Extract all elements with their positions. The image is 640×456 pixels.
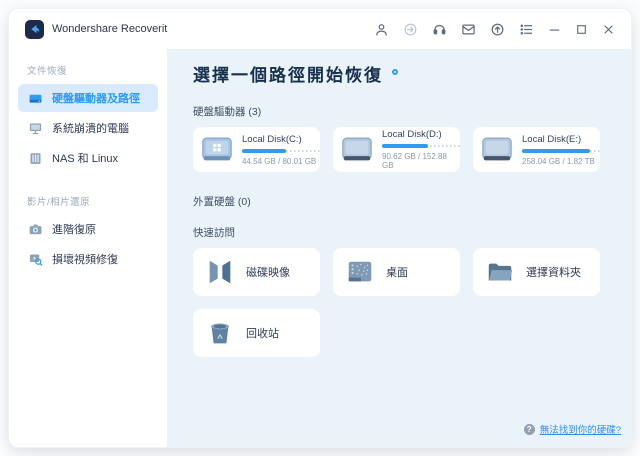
upgrade-icon[interactable]	[490, 22, 505, 37]
choose-folder-icon	[485, 257, 515, 287]
login-icon[interactable]	[403, 22, 418, 37]
quick-access-list: 磁碟映像 桌面 選擇資料夾 回收站	[193, 248, 613, 357]
drive-usage-bar	[522, 149, 600, 153]
drive-size: 44.54 GB / 80.01 GB	[242, 157, 320, 166]
minimize-icon[interactable]	[548, 23, 561, 36]
video-repair-icon	[28, 252, 43, 267]
drive-card-e[interactable]: Local Disk(E:) 258.04 GB / 1.82 TB	[473, 127, 600, 172]
drive-name: Local Disk(E:)	[522, 134, 600, 145]
help-link[interactable]: ? 無法找到你的硬碟?	[524, 422, 621, 436]
main-panel: 選擇一個路徑開始恢復 硬盤驅動器 (3) Local Disk(C:) 44.5…	[167, 49, 632, 448]
drive-size: 90.62 GB / 152.88 GB	[382, 152, 460, 170]
quick-access-group-label: 快速訪問	[193, 225, 613, 240]
disk-e-icon	[481, 136, 513, 163]
disk-d-icon	[341, 136, 373, 163]
drive-size: 258.04 GB / 1.82 TB	[522, 157, 600, 166]
drive-card-c[interactable]: Local Disk(C:) 44.54 GB / 80.01 GB	[193, 127, 320, 172]
disk-c-icon	[201, 136, 233, 163]
nas-icon	[28, 151, 43, 166]
sidebar-item-nas-linux[interactable]: NAS 和 Linux	[18, 144, 158, 172]
close-icon[interactable]	[602, 23, 615, 36]
drive-card-d[interactable]: Local Disk(D:) 90.62 GB / 152.88 GB	[333, 127, 460, 172]
sidebar-item-label: 硬盤驅動器及路徑	[52, 90, 140, 106]
tile-choose-folder[interactable]: 選擇資料夾	[473, 248, 600, 296]
sidebar-item-corrupted-video-repair[interactable]: 損壞視頻修復	[18, 245, 158, 273]
app-window: Wondershare Recoverit 文件恢復 硬盤驅動器及路徑 系統崩潰…	[8, 8, 632, 448]
tile-label: 回收站	[246, 325, 279, 341]
maximize-icon[interactable]	[575, 23, 588, 36]
support-headset-icon[interactable]	[432, 22, 447, 37]
sidebar-section-video-photo-restore: 影片/相片還原	[9, 194, 167, 213]
topbar: Wondershare Recoverit	[9, 9, 631, 49]
tile-recycle-bin[interactable]: 回收站	[193, 309, 320, 357]
sidebar-item-label: 損壞視頻修復	[52, 251, 118, 267]
disk-image-icon	[205, 257, 235, 287]
user-icon[interactable]	[374, 22, 389, 37]
sidebar-item-hard-drives-and-locations[interactable]: 硬盤驅動器及路徑	[18, 84, 158, 112]
sidebar-item-label: 系統崩潰的電腦	[52, 120, 129, 136]
drive-name: Local Disk(C:)	[242, 134, 320, 145]
topbar-icons	[374, 22, 615, 37]
tile-disk-image[interactable]: 磁碟映像	[193, 248, 320, 296]
sidebar-section-file-recovery: 文件恢復	[9, 63, 167, 82]
drive-usage-bar	[382, 144, 460, 148]
drive-usage-bar	[242, 149, 320, 153]
info-icon[interactable]	[392, 69, 398, 75]
recycle-bin-icon	[205, 318, 235, 348]
hard-drives-group-label: 硬盤驅動器 (3)	[193, 104, 613, 119]
sidebar-item-label: NAS 和 Linux	[52, 150, 118, 166]
tile-label: 選擇資料夾	[526, 264, 581, 280]
sidebar-item-label: 進階復原	[52, 221, 96, 237]
mail-icon[interactable]	[461, 22, 476, 37]
sidebar-item-advanced-recovery[interactable]: 進階復原	[18, 215, 158, 243]
brand: Wondershare Recoverit	[25, 20, 167, 39]
crashed-computer-icon	[28, 121, 43, 136]
tile-desktop[interactable]: 桌面	[333, 248, 460, 296]
desktop-icon	[345, 257, 375, 287]
recoverit-logo-icon	[25, 20, 44, 39]
drive-icon	[28, 91, 43, 106]
sidebar-item-crashed-computer[interactable]: 系統崩潰的電腦	[18, 114, 158, 142]
page-title: 選擇一個路徑開始恢復	[193, 61, 383, 86]
question-icon: ?	[524, 424, 535, 435]
tile-label: 磁碟映像	[246, 264, 290, 280]
app-title: Wondershare Recoverit	[52, 23, 167, 35]
external-drives-group-label: 外置硬盤 (0)	[193, 194, 613, 209]
task-list-icon[interactable]	[519, 22, 534, 37]
drive-name: Local Disk(D:)	[382, 129, 460, 140]
help-link-label: 無法找到你的硬碟?	[540, 422, 621, 436]
hard-drives-list: Local Disk(C:) 44.54 GB / 80.01 GB Local…	[193, 127, 613, 172]
sidebar: 文件恢復 硬盤驅動器及路徑 系統崩潰的電腦 NAS 和 Linux 影片/相片還…	[9, 49, 167, 448]
camera-icon	[28, 222, 43, 237]
tile-label: 桌面	[386, 264, 408, 280]
